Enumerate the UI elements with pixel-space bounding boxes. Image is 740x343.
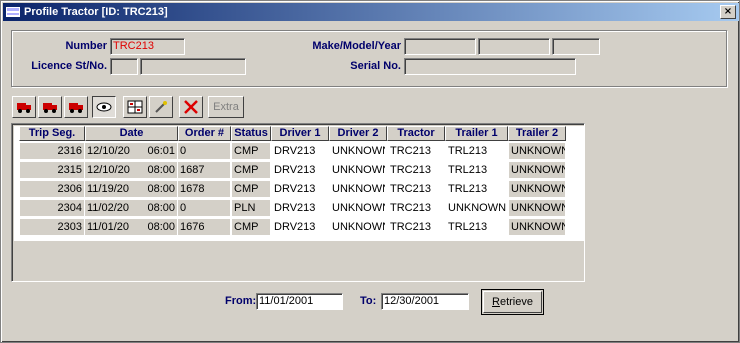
title-bar[interactable]: Profile Tractor [ID: TRC213] × [3,3,739,21]
cell-status[interactable]: CMP [232,143,270,159]
cell-trip-seg[interactable]: 2304 [20,200,84,216]
trips-grid[interactable]: Trip Seg. Date Order # Status Driver 1 D… [11,123,585,282]
cell-order[interactable]: 1687 [178,162,230,178]
cell-driver2[interactable]: UNKNOWN [330,181,385,197]
licence-label: Licence St/No. [31,60,107,72]
cell-trip-seg[interactable]: 2316 [20,143,84,159]
model-field[interactable] [478,38,550,55]
profile-tractor-window: Profile Tractor [ID: TRC213] × Number TR… [0,0,740,343]
cell-date[interactable]: 12/10/20 [85,143,133,159]
cell-time[interactable]: 06:01 [133,143,177,159]
from-date-input[interactable]: 11/01/2001 [256,293,343,310]
cell-tractor[interactable]: TRC213 [388,143,444,159]
toolbar-edit-button[interactable] [149,96,173,118]
column-header-trip-seg[interactable]: Trip Seg. [19,126,85,141]
cell-order[interactable]: 0 [178,143,230,159]
cell-driver1[interactable]: DRV213 [272,143,328,159]
cell-trip-seg[interactable]: 2303 [20,219,84,235]
to-date-input[interactable]: 12/30/2001 [381,293,469,310]
pencil-icon [155,101,167,113]
cell-driver2[interactable]: UNKNOWN [330,200,385,216]
cell-driver1[interactable]: DRV213 [272,200,328,216]
column-header-driver2[interactable]: Driver 2 [329,126,387,141]
window-title: Profile Tractor [ID: TRC213] [24,6,168,18]
cell-trailer1[interactable]: UNKNOWN [446,200,507,216]
cell-driver2[interactable]: UNKNOWN [330,219,385,235]
truck-icon [43,103,57,113]
cell-time[interactable]: 08:00 [133,219,177,235]
make-field[interactable] [404,38,476,55]
cell-trailer2[interactable]: UNKNOWN [509,219,565,235]
cell-driver1[interactable]: DRV213 [272,162,328,178]
cell-order[interactable]: 1678 [178,181,230,197]
cell-driver1[interactable]: DRV213 [272,181,328,197]
licence-number-field[interactable] [140,58,246,75]
cell-date[interactable]: 11/01/20 [85,219,133,235]
cell-trailer1[interactable]: TRL213 [446,219,507,235]
cell-trailer1[interactable]: TRL213 [446,162,507,178]
eye-icon [96,102,112,112]
cell-trip-seg[interactable]: 2315 [20,162,84,178]
toolbar-calculator-button[interactable] [123,96,147,118]
cell-trailer1[interactable]: TRL213 [446,181,507,197]
cell-time[interactable]: 08:00 [133,200,177,216]
truck-icon [17,103,31,113]
toolbar-extra-button[interactable]: Extra [208,96,244,118]
cell-tractor[interactable]: TRC213 [388,181,444,197]
column-header-driver1[interactable]: Driver 1 [271,126,329,141]
cell-tractor[interactable]: TRC213 [388,162,444,178]
cell-order[interactable]: 0 [178,200,230,216]
cell-date[interactable]: 11/02/20 [85,200,133,216]
cell-trailer2[interactable]: UNKNOWN [509,162,565,178]
make-model-year-label: Make/Model/Year [312,40,401,52]
toolbar-truck-button-2[interactable] [38,96,62,118]
cell-status[interactable]: PLN [232,200,270,216]
toolbar-delete-button[interactable] [179,96,203,118]
cell-trailer2[interactable]: UNKNOWN [509,181,565,197]
cell-time[interactable]: 08:00 [133,162,177,178]
retrieve-button[interactable]: Retrieve [481,289,544,315]
column-header-trailer1[interactable]: Trailer 1 [445,126,508,141]
toolbar-truck-button-1[interactable] [12,96,36,118]
cell-tractor[interactable]: TRC213 [388,200,444,216]
column-header-order[interactable]: Order # [178,126,231,141]
delete-x-icon [184,100,198,114]
column-header-tractor[interactable]: Tractor [387,126,445,141]
toolbar-truck-button-3[interactable] [64,96,88,118]
cell-time[interactable]: 08:00 [133,181,177,197]
column-header-status[interactable]: Status [231,126,271,141]
cell-driver1[interactable]: DRV213 [272,219,328,235]
cell-trailer2[interactable]: UNKNOWN [509,200,565,216]
truck-icon [69,103,83,113]
from-label: From: [225,295,257,307]
number-field[interactable]: TRC213 [110,38,185,55]
serial-label: Serial No. [350,60,401,72]
cell-order[interactable]: 1676 [178,219,230,235]
serial-field[interactable] [404,58,576,75]
cell-date[interactable]: 12/10/20 [85,162,133,178]
to-label: To: [360,295,377,307]
cell-trailer2[interactable]: UNKNOWN [509,143,565,159]
column-header-trailer2[interactable]: Trailer 2 [508,126,566,141]
retrieve-label: Retrieve [483,291,542,313]
cell-status[interactable]: CMP [232,162,270,178]
close-button[interactable]: × [720,5,736,19]
app-icon [6,7,20,17]
cell-trailer1[interactable]: TRL213 [446,143,507,159]
cell-driver2[interactable]: UNKNOWN [330,162,385,178]
calculator-icon [127,100,143,114]
cell-trip-seg[interactable]: 2306 [20,181,84,197]
cell-tractor[interactable]: TRC213 [388,219,444,235]
toolbar-view-button[interactable] [92,96,116,118]
cell-driver2[interactable]: UNKNOWN [330,143,385,159]
licence-state-field[interactable] [110,58,138,75]
cell-date[interactable]: 11/19/20 [85,181,133,197]
cell-status[interactable]: CMP [232,181,270,197]
cell-status[interactable]: CMP [232,219,270,235]
column-header-date[interactable]: Date [85,126,178,141]
year-field[interactable] [552,38,600,55]
number-label: Number [65,40,107,52]
